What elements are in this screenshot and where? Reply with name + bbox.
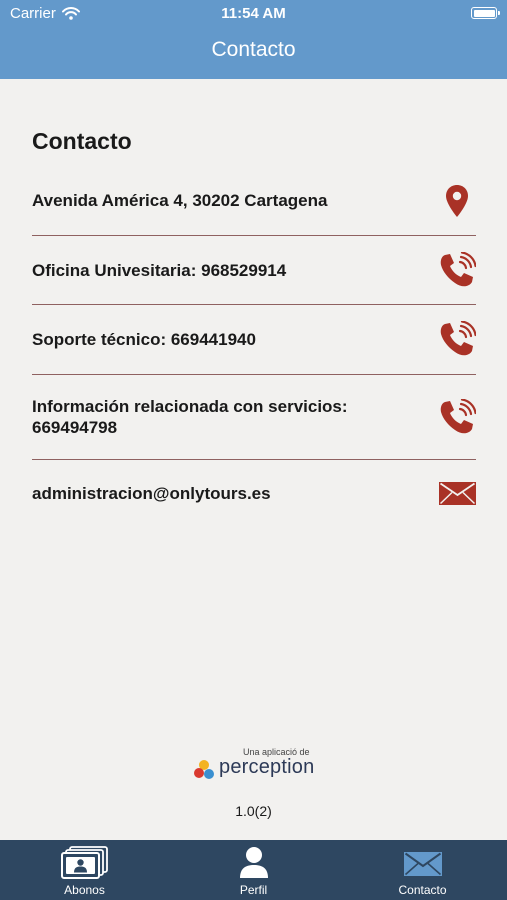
tab-perfil[interactable]: Perfil: [169, 840, 338, 900]
services-phone-text: Información relacionada con servicios: 6…: [32, 397, 348, 437]
nav-title: Contacto: [211, 38, 296, 61]
tab-abonos-label: Abonos: [64, 883, 105, 897]
phone-icon: [440, 252, 476, 287]
office-phone-text: Oficina Univesitaria: 968529914: [32, 261, 287, 280]
app-version: 1.0(2): [235, 803, 272, 819]
battery-icon: [471, 7, 500, 19]
address-text: Avenida América 4, 30202 Cartagena: [32, 191, 328, 210]
perception-logo-icon: [194, 760, 214, 779]
support-phone-text: Soporte técnico: 669441940: [32, 330, 256, 349]
navigation-header: Carrier 11:54 AM Contacto: [0, 0, 507, 79]
tab-contacto[interactable]: Contacto: [338, 840, 507, 900]
mail-icon: [439, 482, 476, 505]
contact-row-services-phone[interactable]: Información relacionada con servicios: 6…: [32, 375, 476, 460]
branding-name: perception: [219, 756, 315, 778]
location-pin-icon: [446, 185, 468, 217]
section-title: Contacto: [32, 128, 132, 154]
contact-row-office-phone[interactable]: Oficina Univesitaria: 968529914: [32, 236, 476, 305]
phone-icon: [440, 321, 476, 356]
envelope-icon: [403, 852, 442, 876]
tab-abonos[interactable]: Abonos: [0, 840, 169, 900]
person-icon: [239, 847, 268, 878]
tab-bar: Abonos Perfil Contacto: [0, 840, 507, 900]
phone-icon: [440, 399, 476, 434]
pass-cards-icon: [60, 846, 108, 879]
contact-row-support-phone[interactable]: Soporte técnico: 669441940: [32, 305, 476, 375]
tab-contacto-label: Contacto: [398, 883, 447, 897]
tab-perfil-label: Perfil: [239, 883, 268, 897]
email-text: administracion@onlytours.es: [32, 484, 271, 503]
contact-row-email[interactable]: administracion@onlytours.es: [32, 460, 476, 526]
status-bar: Carrier 11:54 AM: [0, 0, 507, 28]
status-time: 11:54 AM: [221, 5, 286, 22]
contact-row-address[interactable]: Avenida América 4, 30202 Cartagena: [32, 168, 476, 236]
